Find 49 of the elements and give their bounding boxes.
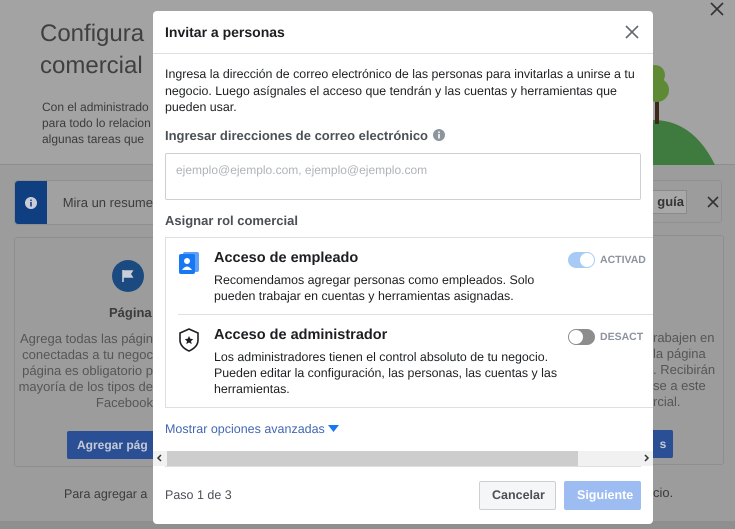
add-button[interactable]: s xyxy=(653,430,673,458)
intro-text-line: para todo lo relacion xyxy=(42,115,152,131)
card-text-line: la página xyxy=(653,346,707,362)
info-icon xyxy=(24,196,37,208)
card-text-line: mayoría de los tipos de xyxy=(18,379,153,395)
toggle-label: ACTIVAD xyxy=(600,254,646,266)
add-page-button[interactable]: Agregar pág xyxy=(67,431,153,459)
guide-button[interactable]: guía xyxy=(653,190,687,214)
card-text-line: Agrega todas las págin xyxy=(19,331,153,347)
email-field[interactable]: ejemplo@ejemplo.com, ejemplo@ejemplo.com xyxy=(165,152,641,200)
cancel-button[interactable]: Cancelar xyxy=(479,480,556,510)
id-badge-icon xyxy=(178,250,200,274)
footer-text: cio. xyxy=(653,485,674,500)
step-indicator: Paso 1 de 3 xyxy=(165,488,232,502)
role-description: Recomendamos agregar personas como empleados. Solo pueden trabajar en cuentas y herramientas asignadas. xyxy=(214,272,536,304)
dialog-title: Invitar a personas xyxy=(165,24,285,40)
card-text-line: página es obligatorio p xyxy=(21,363,153,379)
role-description: Los administradores tienen el control absoluto de tu negocio. Pueden editar la configuración, las personas, las cuentas y las herramientas. xyxy=(214,348,558,396)
card-text-line: conectadas a tu negoc xyxy=(21,347,153,363)
horizontal-scrollbar[interactable] xyxy=(153,450,653,466)
email-label: Ingresar direcciones de correo electrónico xyxy=(165,128,428,142)
role-name: Acceso de empleado xyxy=(214,250,360,266)
intro-text-line: algunas tareas que xyxy=(42,131,146,147)
page-title-line: Configura xyxy=(40,19,146,49)
scrollbar-thumb[interactable] xyxy=(167,450,578,466)
card-text-line: se a este xyxy=(653,378,707,394)
flag-icon xyxy=(112,260,144,292)
close-icon[interactable] xyxy=(625,25,639,39)
role-name: Acceso de administrador xyxy=(214,326,388,342)
toggle-switch[interactable] xyxy=(568,328,595,344)
role-heading: Asignar rol comercial xyxy=(165,212,299,228)
toggle-switch[interactable] xyxy=(568,252,595,268)
card-title: Página xyxy=(109,305,152,320)
card-text-line: Facebook xyxy=(94,395,153,411)
footer-text: Para agregar a xyxy=(63,487,148,501)
caret-icon[interactable] xyxy=(328,425,339,432)
close-icon[interactable] xyxy=(710,2,724,16)
card-text-line: rabajen en xyxy=(653,330,716,346)
banner-text: Mira un resume xyxy=(62,195,153,210)
intro-text-line: Con el administrado xyxy=(42,99,150,115)
shield-star-icon xyxy=(178,328,200,352)
card-text-line: . Recibirán xyxy=(653,362,716,378)
info-icon[interactable] xyxy=(433,129,445,141)
close-icon[interactable] xyxy=(707,196,719,208)
advanced-options-link[interactable]: Mostrar opciones avanzadas xyxy=(165,422,325,436)
page-title-line: comercial xyxy=(40,51,144,81)
card-text-line: rcial. xyxy=(653,394,682,410)
toggle-label: DESACT xyxy=(600,330,644,342)
dialog-description: Ingresa la dirección de correo electrónico de las personas para invitarlas a unirse a tu negocio. Luego asígnales el acceso que tendrán y las cuentas y herramientas que pueden usar. xyxy=(165,66,636,116)
